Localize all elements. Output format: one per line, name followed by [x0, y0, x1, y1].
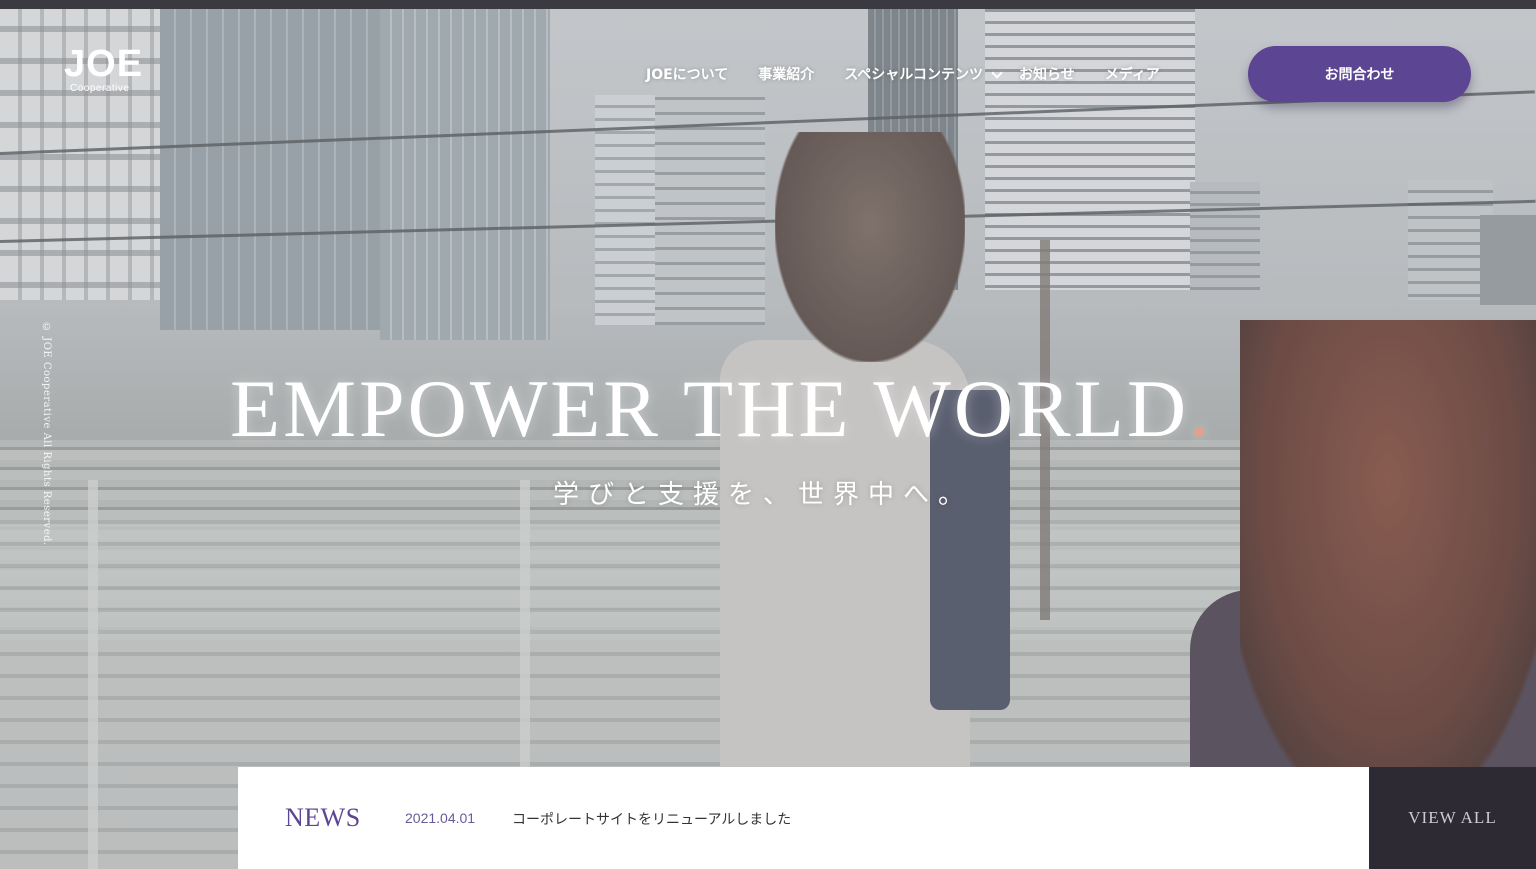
nav-link-special-label: スペシャルコンテンツ: [844, 67, 984, 83]
hero-headline-text: EMPOWER THE WORLD: [230, 363, 1190, 454]
nav-link-business[interactable]: 事業紹介: [758, 64, 814, 86]
logo-mark: JOE: [64, 44, 154, 84]
news-item-link[interactable]: コーポレートサイトをリニューアルしました: [512, 809, 791, 829]
hero-headline-dot: .: [1189, 363, 1213, 454]
nav-link-media[interactable]: メディア: [1105, 64, 1160, 86]
news-label: NEWS: [285, 803, 361, 832]
copyright-text: © JOE Cooperative All Rights Reserved.: [41, 322, 52, 546]
contact-button[interactable]: お問合わせ: [1248, 46, 1471, 102]
hero-headline: EMPOWER THE WORLD.: [230, 362, 1300, 456]
view-all-button[interactable]: VIEW ALL: [1369, 767, 1536, 869]
news-date: 2021.04.01: [405, 810, 476, 826]
hero-subline: 学びと支援を、世界中へ。: [553, 480, 974, 510]
nav-link-about[interactable]: JOEについて: [646, 64, 728, 86]
nav-link-news[interactable]: お知らせ: [1019, 64, 1075, 86]
nav-link-special-contents[interactable]: スペシャルコンテンツ: [844, 64, 1003, 86]
main-navigation: JOEについて 事業紹介 スペシャルコンテンツ お知らせ メディア: [646, 64, 1160, 86]
chevron-down-icon: [991, 66, 1003, 79]
logo-text: JOE: [64, 43, 144, 85]
site-logo[interactable]: JOE Cooperative: [64, 44, 154, 100]
news-bar: NEWS 2021.04.01 コーポレートサイトをリニューアルしました: [238, 767, 1369, 869]
browser-top-strip: [0, 0, 1536, 9]
